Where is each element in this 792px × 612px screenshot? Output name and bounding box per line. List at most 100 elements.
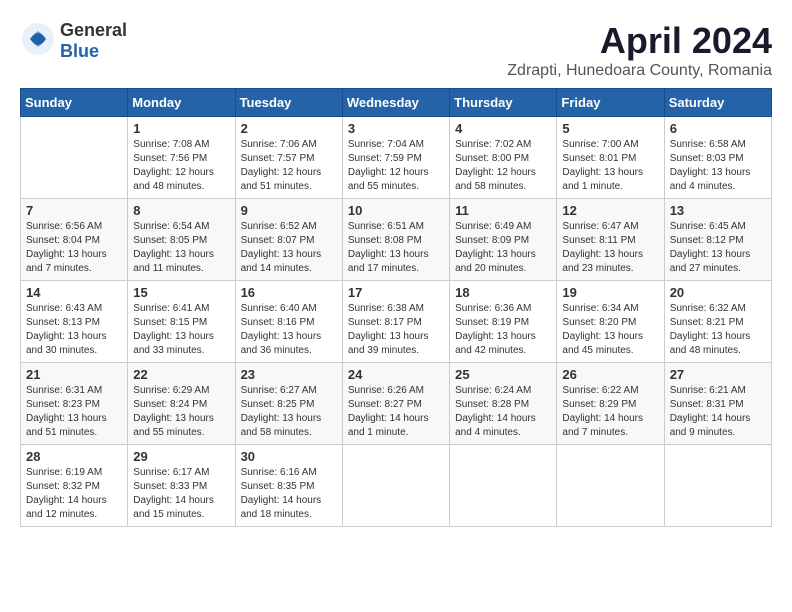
calendar-cell bbox=[450, 445, 557, 527]
cell-info: Sunrise: 6:47 AMSunset: 8:11 PMDaylight:… bbox=[562, 220, 658, 276]
calendar-cell: 8Sunrise: 6:54 AMSunset: 8:05 PMDaylight… bbox=[128, 199, 235, 281]
day-number: 23 bbox=[241, 367, 337, 382]
logo-icon bbox=[20, 21, 56, 62]
calendar-cell: 12 Sunrise: 6:47 AMSunset: 8:11 PMDayligh… bbox=[557, 199, 664, 281]
day-number: 30 bbox=[241, 449, 337, 464]
day-number: 15 bbox=[133, 285, 229, 300]
calendar-cell: 13 Sunrise: 6:45 AMSunset: 8:12 PMDayligh… bbox=[664, 199, 771, 281]
day-number: 21 bbox=[26, 367, 122, 382]
calendar-cell: 15 Sunrise: 6:41 AMSunset: 8:15 PMDayligh… bbox=[128, 281, 235, 363]
calendar-cell bbox=[21, 117, 128, 199]
cell-info: Sunrise: 6:40 AMSunset: 8:16 PMDaylight:… bbox=[241, 302, 337, 358]
calendar-cell: 28Sunrise: 6:19 AMSunset: 8:32 PMDayligh… bbox=[21, 445, 128, 527]
calendar-header-row: SundayMondayTuesdayWednesdayThursdayFrid… bbox=[21, 89, 772, 117]
day-number: 13 bbox=[670, 203, 766, 218]
calendar-cell: 19 Sunrise: 6:34 AMSunset: 8:20 PMDayligh… bbox=[557, 281, 664, 363]
day-number: 16 bbox=[241, 285, 337, 300]
calendar-cell bbox=[557, 445, 664, 527]
day-number: 20 bbox=[670, 285, 766, 300]
day-number: 18 bbox=[455, 285, 551, 300]
calendar-cell: 23 Sunrise: 6:27 AMSunset: 8:25 PMDayligh… bbox=[235, 363, 342, 445]
month-title: April 2024 bbox=[507, 20, 772, 62]
cell-info: Sunrise: 6:17 AMSunset: 8:33 PMDaylight:… bbox=[133, 466, 229, 522]
calendar-cell: 10Sunrise: 6:51 AMSunset: 8:08 PMDayligh… bbox=[342, 199, 449, 281]
calendar-cell bbox=[664, 445, 771, 527]
cell-info: Sunrise: 7:06 AMSunset: 7:57 PMDaylight:… bbox=[241, 138, 337, 194]
cell-info: Sunrise: 6:22 AMSunset: 8:29 PMDaylight:… bbox=[562, 384, 658, 440]
col-header-monday: Monday bbox=[128, 89, 235, 117]
day-number: 2 bbox=[241, 121, 337, 136]
day-number: 26 bbox=[562, 367, 658, 382]
calendar-cell: 26 Sunrise: 6:22 AMSunset: 8:29 PMDayligh… bbox=[557, 363, 664, 445]
calendar-cell: 11 Sunrise: 6:49 AMSunset: 8:09 PMDayligh… bbox=[450, 199, 557, 281]
cell-info: Sunrise: 6:24 AMSunset: 8:28 PMDaylight:… bbox=[455, 384, 551, 440]
day-number: 27 bbox=[670, 367, 766, 382]
calendar-cell: 3 Sunrise: 7:04 AMSunset: 7:59 PMDaylight… bbox=[342, 117, 449, 199]
calendar-cell: 6Sunrise: 6:58 AMSunset: 8:03 PMDaylight… bbox=[664, 117, 771, 199]
cell-info: Sunrise: 7:04 AMSunset: 7:59 PMDaylight:… bbox=[348, 138, 444, 194]
col-header-sunday: Sunday bbox=[21, 89, 128, 117]
cell-info: Sunrise: 6:45 AMSunset: 8:12 PMDaylight:… bbox=[670, 220, 766, 276]
calendar-cell: 29Sunrise: 6:17 AMSunset: 8:33 PMDayligh… bbox=[128, 445, 235, 527]
calendar-table: SundayMondayTuesdayWednesdayThursdayFrid… bbox=[20, 88, 772, 527]
cell-info: Sunrise: 7:00 AMSunset: 8:01 PMDaylight:… bbox=[562, 138, 658, 194]
cell-info: Sunrise: 6:16 AMSunset: 8:35 PMDaylight:… bbox=[241, 466, 337, 522]
header: General Blue April 2024 Zdrapti, Hunedoa… bbox=[20, 20, 772, 80]
day-number: 14 bbox=[26, 285, 122, 300]
location-title: Zdrapti, Hunedoara County, Romania bbox=[507, 62, 772, 80]
day-number: 12 bbox=[562, 203, 658, 218]
day-number: 5 bbox=[562, 121, 658, 136]
logo: General Blue bbox=[20, 20, 127, 62]
day-number: 11 bbox=[455, 203, 551, 218]
day-number: 9 bbox=[241, 203, 337, 218]
cell-info: Sunrise: 6:36 AMSunset: 8:19 PMDaylight:… bbox=[455, 302, 551, 358]
cell-info: Sunrise: 7:02 AMSunset: 8:00 PMDaylight:… bbox=[455, 138, 551, 194]
cell-info: Sunrise: 6:19 AMSunset: 8:32 PMDaylight:… bbox=[26, 466, 122, 522]
logo-general: General bbox=[60, 20, 127, 40]
day-number: 1 bbox=[133, 121, 229, 136]
logo-text: General Blue bbox=[60, 20, 127, 62]
calendar-cell: 27 Sunrise: 6:21 AMSunset: 8:31 PMDayligh… bbox=[664, 363, 771, 445]
day-number: 3 bbox=[348, 121, 444, 136]
col-header-tuesday: Tuesday bbox=[235, 89, 342, 117]
cell-info: Sunrise: 6:27 AMSunset: 8:25 PMDaylight:… bbox=[241, 384, 337, 440]
cell-info: Sunrise: 6:21 AMSunset: 8:31 PMDaylight:… bbox=[670, 384, 766, 440]
cell-info: Sunrise: 6:26 AMSunset: 8:27 PMDaylight:… bbox=[348, 384, 444, 440]
cell-info: Sunrise: 6:41 AMSunset: 8:15 PMDaylight:… bbox=[133, 302, 229, 358]
cell-info: Sunrise: 6:43 AMSunset: 8:13 PMDaylight:… bbox=[26, 302, 122, 358]
day-number: 17 bbox=[348, 285, 444, 300]
cell-info: Sunrise: 6:52 AMSunset: 8:07 PMDaylight:… bbox=[241, 220, 337, 276]
col-header-wednesday: Wednesday bbox=[342, 89, 449, 117]
title-section: April 2024 Zdrapti, Hunedoara County, Ro… bbox=[507, 20, 772, 80]
calendar-cell: 16 Sunrise: 6:40 AMSunset: 8:16 PMDayligh… bbox=[235, 281, 342, 363]
calendar-cell: 30 Sunrise: 6:16 AMSunset: 8:35 PMDayligh… bbox=[235, 445, 342, 527]
week-row-0: 1 Sunrise: 7:08 AMSunset: 7:56 PMDaylight… bbox=[21, 117, 772, 199]
calendar-cell: 21Sunrise: 6:31 AMSunset: 8:23 PMDayligh… bbox=[21, 363, 128, 445]
calendar-cell bbox=[342, 445, 449, 527]
calendar-cell: 4Sunrise: 7:02 AMSunset: 8:00 PMDaylight… bbox=[450, 117, 557, 199]
cell-info: Sunrise: 6:54 AMSunset: 8:05 PMDaylight:… bbox=[133, 220, 229, 276]
cell-info: Sunrise: 6:58 AMSunset: 8:03 PMDaylight:… bbox=[670, 138, 766, 194]
calendar-cell: 2 Sunrise: 7:06 AMSunset: 7:57 PMDaylight… bbox=[235, 117, 342, 199]
day-number: 19 bbox=[562, 285, 658, 300]
week-row-1: 7 Sunrise: 6:56 AMSunset: 8:04 PMDaylight… bbox=[21, 199, 772, 281]
calendar-cell: 18 Sunrise: 6:36 AMSunset: 8:19 PMDayligh… bbox=[450, 281, 557, 363]
calendar-cell: 5 Sunrise: 7:00 AMSunset: 8:01 PMDaylight… bbox=[557, 117, 664, 199]
cell-info: Sunrise: 6:34 AMSunset: 8:20 PMDaylight:… bbox=[562, 302, 658, 358]
day-number: 7 bbox=[26, 203, 122, 218]
week-row-3: 21Sunrise: 6:31 AMSunset: 8:23 PMDayligh… bbox=[21, 363, 772, 445]
calendar-cell: 7 Sunrise: 6:56 AMSunset: 8:04 PMDaylight… bbox=[21, 199, 128, 281]
week-row-4: 28Sunrise: 6:19 AMSunset: 8:32 PMDayligh… bbox=[21, 445, 772, 527]
calendar-cell: 14 Sunrise: 6:43 AMSunset: 8:13 PMDayligh… bbox=[21, 281, 128, 363]
calendar-cell: 24 Sunrise: 6:26 AMSunset: 8:27 PMDayligh… bbox=[342, 363, 449, 445]
calendar-cell: 20 Sunrise: 6:32 AMSunset: 8:21 PMDayligh… bbox=[664, 281, 771, 363]
cell-info: Sunrise: 6:56 AMSunset: 8:04 PMDaylight:… bbox=[26, 220, 122, 276]
calendar-cell: 25Sunrise: 6:24 AMSunset: 8:28 PMDayligh… bbox=[450, 363, 557, 445]
day-number: 24 bbox=[348, 367, 444, 382]
calendar-cell: 17Sunrise: 6:38 AMSunset: 8:17 PMDayligh… bbox=[342, 281, 449, 363]
col-header-friday: Friday bbox=[557, 89, 664, 117]
calendar-cell: 22Sunrise: 6:29 AMSunset: 8:24 PMDayligh… bbox=[128, 363, 235, 445]
cell-info: Sunrise: 7:08 AMSunset: 7:56 PMDaylight:… bbox=[133, 138, 229, 194]
cell-info: Sunrise: 6:49 AMSunset: 8:09 PMDaylight:… bbox=[455, 220, 551, 276]
cell-info: Sunrise: 6:32 AMSunset: 8:21 PMDaylight:… bbox=[670, 302, 766, 358]
